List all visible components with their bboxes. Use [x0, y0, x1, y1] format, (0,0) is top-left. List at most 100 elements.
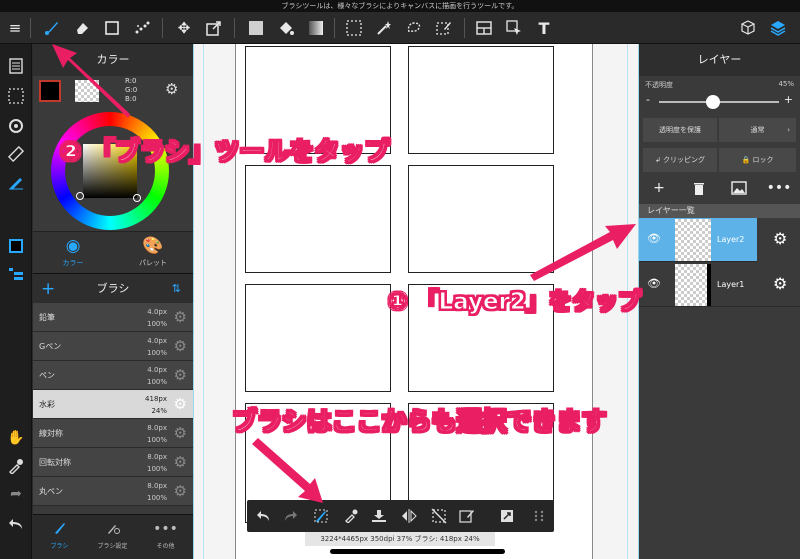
brush-settings-gear-icon[interactable]: ⚙ — [174, 337, 187, 355]
pages-icon[interactable] — [4, 54, 28, 78]
select-icon[interactable] — [342, 16, 366, 40]
lock-button[interactable]: 🔒 ロック — [719, 148, 796, 172]
comic-panel — [408, 165, 554, 273]
foreground-color-swatch[interactable] — [39, 80, 61, 102]
tab-other[interactable]: ••• その他 — [139, 521, 192, 550]
dots-icon[interactable] — [130, 16, 154, 40]
clipping-button[interactable]: ↲ クリッピング — [643, 148, 717, 172]
snap-icon[interactable] — [4, 170, 28, 194]
brush-item[interactable]: 線対称 8.0px 100% ⚙ — [33, 419, 193, 448]
brush-item[interactable]: 水彩 418px 24% ⚙ — [33, 390, 193, 419]
color-marker[interactable] — [133, 194, 141, 202]
brush-size-opacity: 418px 24% — [145, 393, 167, 417]
color-wheel[interactable] — [51, 112, 169, 230]
tab-brush-settings[interactable]: ブラシ設定 — [86, 521, 139, 550]
tab-palette[interactable]: 🎨 パレット — [113, 234, 193, 268]
tab-brush[interactable]: ブラシ — [33, 521, 86, 550]
opacity-decrease-button[interactable]: - — [646, 93, 650, 106]
protect-alpha-button[interactable]: 透明度を保護 — [643, 118, 717, 142]
select-pen-icon[interactable] — [432, 16, 456, 40]
blend-mode-button[interactable]: 通常 › — [719, 118, 796, 142]
image-layer-icon[interactable] — [727, 176, 751, 200]
eyedropper-icon[interactable] — [339, 504, 363, 528]
eye-icon[interactable]: 👁 — [647, 232, 661, 245]
rectangle-icon[interactable] — [100, 16, 124, 40]
layer-settings-gear-icon[interactable]: ⚙ — [773, 274, 787, 293]
brush-item[interactable]: Gペン 4.0px 100% ⚙ — [33, 332, 193, 361]
trash-icon[interactable] — [687, 176, 711, 200]
layer-item-layer2[interactable]: 👁 Layer2 ⚙ — [639, 218, 800, 262]
redo-icon[interactable] — [279, 504, 303, 528]
brush-opacity: 100% — [146, 436, 167, 444]
brush-settings-gear-icon[interactable]: ⚙ — [174, 395, 187, 413]
layer-item-layer1[interactable]: 👁 Layer1 ⚙ — [639, 263, 800, 307]
layers-icon[interactable] — [766, 16, 790, 40]
ruler-icon[interactable] — [4, 142, 28, 166]
layer-name: Layer1 — [717, 280, 745, 289]
brush-settings-gear-icon[interactable]: ⚙ — [174, 366, 187, 384]
tab-color[interactable]: ◉ カラー — [33, 234, 113, 268]
selection-icon[interactable] — [4, 84, 28, 108]
text-icon[interactable]: T — [532, 16, 556, 40]
fill-color-icon[interactable] — [244, 16, 268, 40]
hand-icon[interactable]: ✋ — [4, 426, 28, 450]
brush-quick-icon[interactable] — [309, 504, 333, 528]
brush-tab-icon — [33, 521, 86, 541]
bucket-icon[interactable] — [274, 16, 298, 40]
eyedropper-icon[interactable] — [4, 454, 28, 478]
opacity-row: 不透明度 45% - + — [639, 76, 800, 112]
brush-settings-gear-icon[interactable]: ⚙ — [174, 482, 187, 500]
select-move-icon[interactable] — [502, 16, 526, 40]
redo-icon[interactable]: ➦ — [4, 482, 28, 506]
layer-list-icon[interactable] — [4, 262, 28, 286]
move-icon[interactable]: ✥ — [172, 16, 196, 40]
download-icon[interactable] — [367, 504, 391, 528]
brush-item[interactable]: 丸ペン 8.0px 100% ⚙ — [33, 477, 193, 506]
transform-icon[interactable] — [202, 16, 226, 40]
add-brush-button[interactable]: + — [41, 274, 55, 304]
brush-name: Gペン — [39, 342, 62, 351]
color-layer-icon[interactable] — [4, 234, 28, 258]
toolbar-divider — [234, 18, 235, 38]
background-color-swatch[interactable] — [75, 80, 99, 102]
brush-item[interactable]: 鉛筆 4.0px 100% ⚙ — [33, 303, 193, 332]
undo-icon[interactable] — [251, 504, 275, 528]
3d-icon[interactable] — [736, 16, 760, 40]
more-icon[interactable]: ••• — [767, 176, 792, 200]
brush-panel-title: ブラシ — [96, 282, 130, 295]
brush-settings-gear-icon[interactable]: ⚙ — [174, 453, 187, 471]
layer-settings-gear-icon[interactable]: ⚙ — [773, 229, 787, 248]
comic-panel — [408, 46, 554, 154]
add-layer-icon[interactable]: + — [647, 176, 671, 200]
brush-panel-header: + ブラシ ⇅ — [33, 273, 193, 303]
no-transform-icon[interactable] — [427, 504, 451, 528]
flip-icon[interactable] — [397, 504, 421, 528]
bottom-quick-toolbar — [247, 500, 554, 532]
lasso-icon[interactable] — [402, 16, 426, 40]
brush-item[interactable]: 回転対称 8.0px 100% ⚙ — [33, 448, 193, 477]
eye-icon[interactable]: 👁 — [647, 277, 661, 290]
brush-settings-gear-icon[interactable]: ⚙ — [174, 424, 187, 442]
rotate-icon[interactable] — [4, 114, 28, 138]
hue-marker[interactable] — [76, 192, 84, 200]
undo-icon[interactable] — [4, 512, 28, 536]
opacity-increase-button[interactable]: + — [784, 93, 793, 106]
menu-icon[interactable]: ≡ — [3, 16, 27, 40]
expand-icon[interactable] — [495, 504, 519, 528]
brush-name: 回転対称 — [39, 458, 71, 467]
panel-icon[interactable] — [472, 16, 496, 40]
brush-name: 線対称 — [39, 429, 63, 438]
select-edit-icon[interactable] — [455, 504, 479, 528]
grid-menu-icon[interactable] — [527, 504, 551, 528]
brush-icon[interactable] — [40, 16, 64, 40]
magic-wand-icon[interactable] — [372, 16, 396, 40]
sort-icon[interactable]: ⇅ — [172, 274, 181, 304]
color-settings-gear-icon[interactable]: ⚙ — [165, 80, 178, 98]
opacity-slider-knob[interactable] — [706, 95, 720, 109]
color-wheel-area — [33, 106, 193, 231]
brush-item[interactable]: ペン 4.0px 100% ⚙ — [33, 361, 193, 390]
brush-settings-gear-icon[interactable]: ⚙ — [174, 308, 187, 326]
eraser-icon[interactable] — [70, 16, 94, 40]
brush-size: 4.0px — [147, 366, 167, 374]
gradient-icon[interactable] — [304, 16, 328, 40]
